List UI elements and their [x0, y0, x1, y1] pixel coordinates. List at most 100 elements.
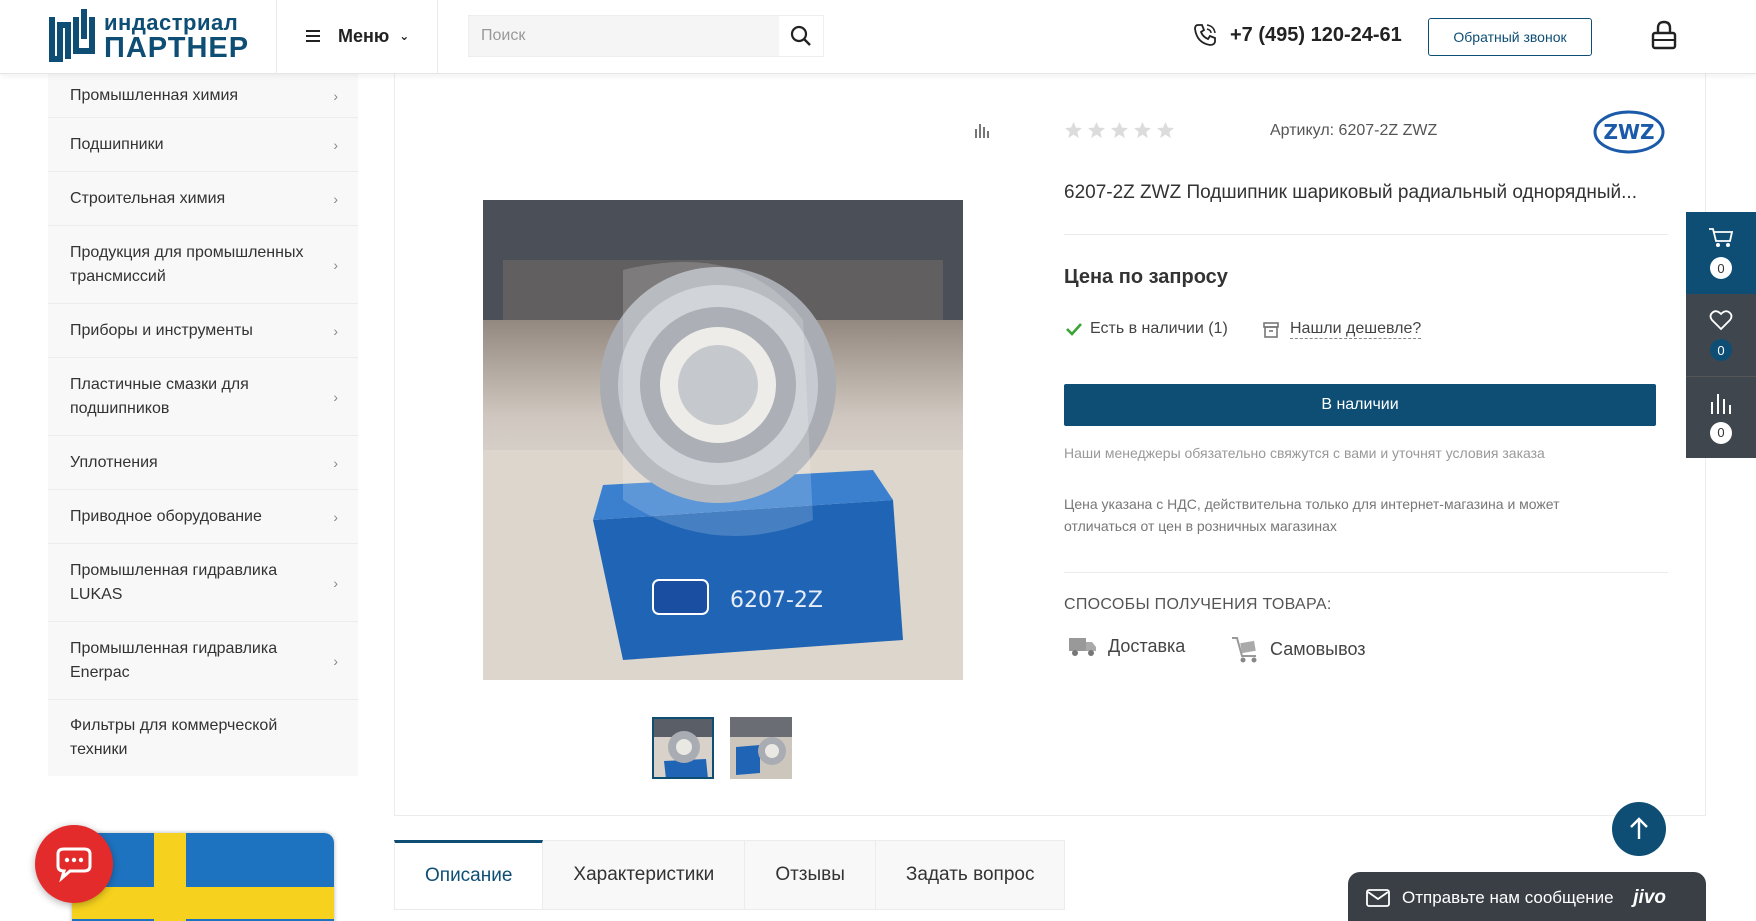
sidebar-item-label: Приводное оборудование	[70, 507, 262, 525]
stock-status: Есть в наличии (1)	[1066, 320, 1228, 338]
delivery-method[interactable]: Доставка	[1068, 634, 1185, 658]
chevron-right-icon: ›	[333, 652, 338, 669]
star-icon	[1087, 121, 1106, 139]
tab-specifications[interactable]: Характеристики	[543, 840, 746, 910]
product-price: Цена по запросу	[1064, 266, 1228, 288]
chat-button[interactable]	[35, 825, 113, 903]
callback-button[interactable]: Обратный звонок	[1428, 18, 1592, 56]
sidebar-item-label: Фильтры для коммерческой техники	[70, 717, 278, 758]
chevron-down-icon: ⌄	[399, 29, 410, 43]
sidebar-item-label: Продукция для промышленных трансмиссий	[70, 243, 304, 285]
search-input[interactable]	[469, 16, 779, 56]
phone-block[interactable]: +7 (495) 120-24-61	[1192, 22, 1402, 48]
sidebar-item[interactable]: Приборы и инструменты ›	[48, 304, 358, 358]
tab-reviews[interactable]: Отзывы	[745, 840, 876, 910]
menu-button[interactable]: Меню ⌄	[306, 22, 409, 50]
sidebar-item[interactable]: Подшипники ›	[48, 118, 358, 172]
divider	[1064, 234, 1668, 235]
star-icon	[1110, 121, 1129, 139]
phone-icon	[1194, 24, 1216, 46]
chevron-right-icon: ›	[333, 190, 338, 207]
star-icon	[1156, 121, 1175, 139]
chevron-right-icon: ›	[333, 574, 338, 591]
heart-icon	[1709, 310, 1733, 331]
sidebar-item[interactable]: Промышленная гидравлика LUKAS ›	[48, 544, 358, 622]
favorites-widget[interactable]: 0	[1686, 294, 1756, 376]
brand-logo-text: ZWZ	[1603, 120, 1654, 144]
brand-logo[interactable]: ZWZ	[1592, 108, 1666, 156]
sidebar-item[interactable]: Промышленная гидравлика Enerpac ›	[48, 622, 358, 700]
tab-ask-question[interactable]: Задать вопрос	[875, 840, 1066, 910]
sidebar-item-label: Промышленная гидравлика Enerpac	[70, 639, 278, 681]
sidebar-item[interactable]: Продукция для промышленных трансмиссий ›	[48, 226, 358, 304]
stock-text: Есть в наличии (1)	[1090, 320, 1228, 337]
box-label: 6207-2Z	[730, 588, 823, 613]
sidebar-item[interactable]: Уплотнения ›	[48, 436, 358, 490]
sidebar-item-label: Приборы и инструменты	[70, 321, 253, 339]
category-sidebar: Промышленная химия › Подшипники › Строител…	[48, 74, 358, 776]
logo-icon	[46, 9, 98, 65]
chevron-right-icon: ›	[333, 136, 338, 153]
chevron-right-icon: ›	[333, 508, 338, 525]
lock-icon[interactable]	[1650, 20, 1678, 55]
delivery-methods-title: СПОСОБЫ ПОЛУЧЕНИЯ ТОВАРА:	[1064, 596, 1332, 613]
in-stock-button[interactable]: В наличии	[1064, 384, 1656, 426]
product-tabs: Описание Характеристики Отзывы Задать во…	[394, 840, 1066, 921]
chevron-right-icon: ›	[333, 87, 338, 104]
scroll-top-button[interactable]	[1612, 802, 1666, 856]
product-sku: Артикул: 6207-2Z ZWZ	[1270, 122, 1438, 139]
logo[interactable]: индастриал ПАРТНЕР	[46, 8, 266, 66]
compare-icon[interactable]	[974, 122, 992, 143]
hamburger-icon	[306, 27, 320, 45]
search-bar	[468, 15, 824, 57]
sidebar-item[interactable]: Промышленная химия ›	[48, 74, 358, 118]
product-thumbnail[interactable]	[652, 717, 714, 779]
star-icon	[1133, 121, 1152, 139]
price-note: Цена указана с НДС, действительна только…	[1064, 496, 1560, 534]
sidebar-item-label: Пластичные смазки для подшипников	[70, 375, 249, 417]
tab-description[interactable]: Описание	[394, 840, 544, 910]
rating-stars[interactable]	[1064, 121, 1175, 140]
cart-count: 0	[1710, 257, 1732, 279]
truck-icon	[1069, 638, 1096, 656]
logo-line1: индастриал	[104, 9, 239, 35]
sidebar-item-label: Промышленная химия	[70, 86, 239, 104]
sidebar-item-label: Промышленная гидравлика LUKAS	[70, 561, 278, 603]
sidebar-item-label: Строительная химия	[70, 189, 226, 207]
managers-note: Наши менеджеры обязательно свяжутся с ва…	[1064, 445, 1545, 461]
header-divider	[276, 0, 277, 74]
found-cheaper-link[interactable]: Нашли дешевле?	[1262, 320, 1422, 339]
pickup-method-label: Самовывоз	[1270, 638, 1366, 659]
box-icon	[1263, 321, 1279, 338]
compare-chart-icon	[1711, 393, 1731, 414]
arrow-up-icon	[1630, 817, 1648, 839]
sidebar-item[interactable]: Строительная химия ›	[48, 172, 358, 226]
compare-count: 0	[1710, 421, 1732, 444]
search-icon	[790, 25, 811, 46]
site-header: индастриал ПАРТНЕР Меню ⌄ +7 (495) 120-2…	[0, 0, 1756, 74]
compare-widget[interactable]: 0	[1686, 376, 1756, 458]
cart-widget[interactable]: 0	[1686, 212, 1756, 294]
header-divider	[437, 0, 438, 74]
sidebar-item-label: Уплотнения	[70, 453, 158, 471]
banner-image[interactable]	[72, 833, 334, 921]
product-image[interactable]: 6207-2Z	[483, 200, 963, 680]
logo-line2: ПАРТНЕР	[104, 31, 250, 64]
product-thumbnail[interactable]	[730, 717, 792, 779]
product-title: 6207-2Z ZWZ Подшипник шариковый радиальн…	[1064, 182, 1637, 203]
jivo-label: Отправьте нам сообщение	[1402, 888, 1614, 907]
cart-pickup-icon	[1232, 637, 1257, 663]
jivo-brand: jivo	[1633, 887, 1666, 908]
search-button[interactable]	[779, 16, 823, 56]
jivo-chat-widget[interactable]: Отправьте нам сообщение jivo	[1348, 872, 1706, 921]
sidebar-item[interactable]: Приводное оборудование ›	[48, 490, 358, 544]
pickup-method[interactable]: Самовывоз	[1230, 634, 1366, 664]
sidebar-item[interactable]: Фильтры для коммерческой техники	[48, 700, 358, 776]
cart-icon	[1709, 228, 1734, 247]
favorites-count: 0	[1710, 339, 1732, 361]
delivery-method-label: Доставка	[1108, 635, 1186, 656]
quick-access-bar: 0 0 0	[1686, 212, 1756, 458]
chevron-right-icon: ›	[333, 388, 338, 405]
sidebar-item[interactable]: Пластичные смазки для подшипников ›	[48, 358, 358, 436]
phone-number: +7 (495) 120-24-61	[1230, 23, 1402, 46]
